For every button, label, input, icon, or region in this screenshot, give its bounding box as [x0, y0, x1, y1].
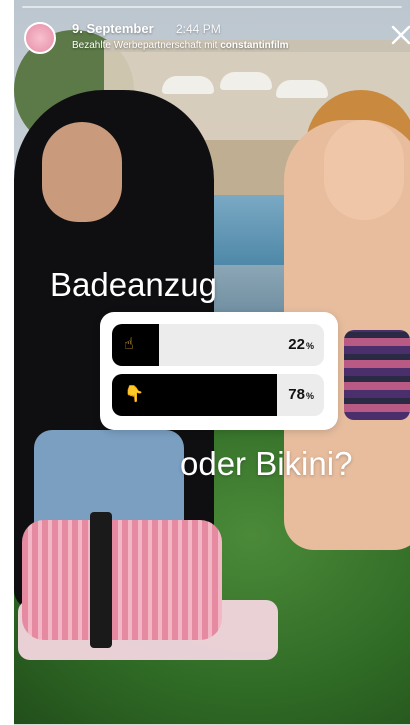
- hand-pointing-up-icon: ☝: [124, 336, 134, 353]
- person-right-face: [324, 120, 404, 220]
- poll-sticker[interactable]: ☝ 22 % 👇 78 %: [100, 312, 338, 430]
- sponsor-label[interactable]: Bezahlte Werbepartnerschaft mit constant…: [72, 40, 289, 51]
- close-icon[interactable]: [390, 24, 410, 46]
- yoga-mat-strap: [90, 512, 112, 648]
- background-umbrella: [220, 72, 272, 90]
- background-umbrella: [162, 76, 214, 94]
- story-view[interactable]: 9. September 2:44 PM Bezahlte Werbepartn…: [14, 0, 410, 725]
- poll-question-line-1: Badeanzug: [50, 266, 217, 303]
- background-umbrella: [276, 80, 328, 98]
- story-date: 9. September: [72, 21, 154, 36]
- poll-option-2-percent: 78: [288, 386, 305, 403]
- poll-option-1-unit: %: [305, 341, 314, 351]
- poll-option-1-percent: 22: [288, 336, 305, 353]
- sponsor-text: Bezahlte Werbepartnerschaft mit: [72, 40, 218, 51]
- person-left-face: [42, 122, 122, 222]
- poll-option-1[interactable]: ☝ 22 %: [112, 324, 324, 366]
- poll-question-line-2: oder Bikini?: [180, 445, 353, 482]
- sponsor-name[interactable]: constantinfilm: [220, 40, 288, 51]
- story-progress-bar: [22, 6, 402, 8]
- poll-option-2-unit: %: [305, 391, 314, 401]
- poll-option-1-result: 22 %: [288, 336, 314, 353]
- story-time: 2:44 PM: [176, 22, 221, 36]
- poll-option-2-result: 78 %: [288, 386, 314, 403]
- hand-pointing-down-icon: 👇: [124, 386, 144, 403]
- yoga-mat: [22, 520, 222, 640]
- poll-option-2[interactable]: 👇 78 %: [112, 374, 324, 416]
- profile-avatar-icon[interactable]: [24, 22, 56, 54]
- bikini: [344, 330, 410, 420]
